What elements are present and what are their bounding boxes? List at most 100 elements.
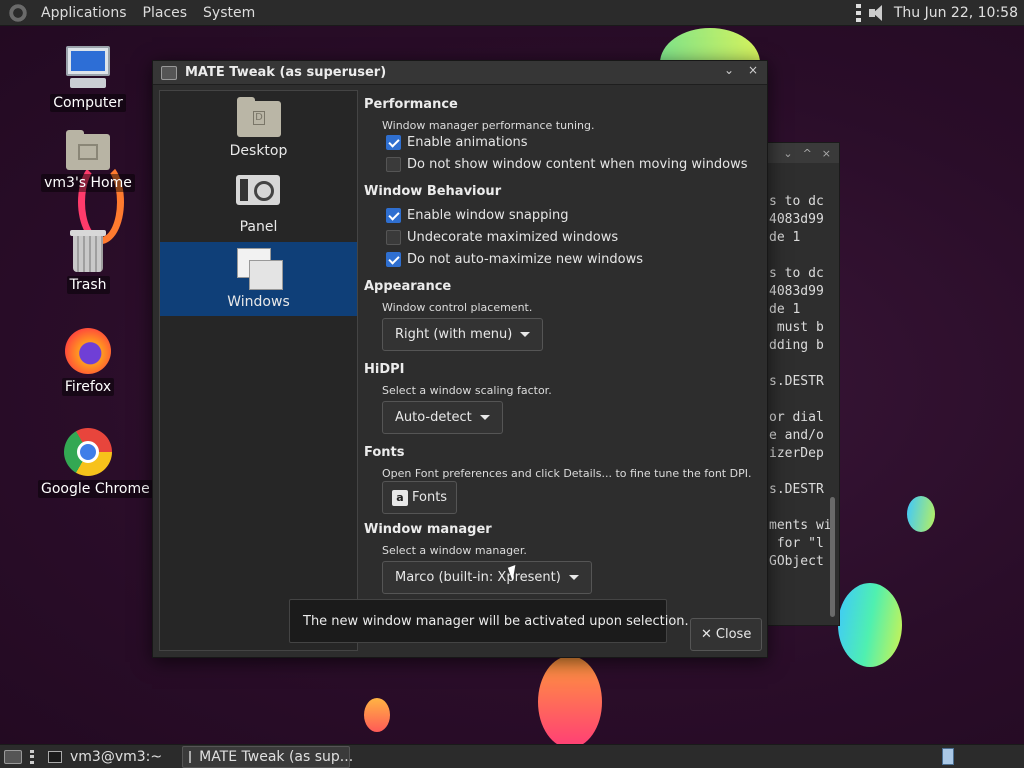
- terminal-line: s to dc: [769, 194, 824, 209]
- section-title-window-manager: Window manager: [364, 522, 492, 537]
- mate-tweak-window: MATE Tweak (as superuser) ⌄ × D Desktop …: [152, 60, 768, 658]
- tooltip: The new window manager will be activated…: [289, 599, 689, 643]
- taskbar-item-mate-tweak[interactable]: MATE Tweak (as sup...: [182, 745, 353, 768]
- section-desc: Open Font preferences and click Details.…: [382, 467, 752, 480]
- maximize-icon[interactable]: ^: [803, 147, 812, 160]
- desktop-icon-computer[interactable]: Computer: [38, 46, 138, 112]
- scaling-factor-select[interactable]: Auto-detect: [382, 401, 503, 434]
- sidebar-item-label: Desktop: [229, 143, 288, 159]
- terminal-line: s to dc: [769, 266, 824, 281]
- section-title-fonts: Fonts: [364, 445, 405, 460]
- show-desktop-icon[interactable]: [4, 749, 22, 764]
- window-control-placement-select[interactable]: Right (with menu): [382, 318, 544, 351]
- panel-icon: [236, 175, 280, 205]
- chevron-down-icon: [520, 332, 531, 337]
- sidebar-item-desktop[interactable]: D Desktop: [160, 91, 357, 165]
- menu-system[interactable]: System: [195, 5, 263, 21]
- checkbox-box[interactable]: [386, 135, 401, 150]
- terminal-line: must b: [769, 320, 824, 335]
- terminal-window[interactable]: ⌄ ^ × s to dc 4083d99 de 1 s to dc 4083d99 d…: [758, 142, 840, 626]
- checkbox-hide-window-content[interactable]: Do not show window content when moving w…: [386, 157, 748, 172]
- window-manager-select[interactable]: Marco (built-in: Xpresent): [382, 561, 592, 594]
- home-folder-icon: [66, 130, 110, 170]
- checkbox-box[interactable]: [386, 252, 401, 267]
- desktop-folder-icon: D: [237, 97, 281, 137]
- terminal-output[interactable]: s to dc 4083d99 de 1 s to dc 4083d99 de 1 mu…: [769, 193, 835, 623]
- menu-applications[interactable]: Applications: [33, 5, 135, 21]
- fonts-button[interactable]: a Fonts: [382, 481, 458, 514]
- checkbox-label: Do not auto-maximize new windows: [407, 252, 643, 267]
- close-icon: ✕: [701, 627, 712, 642]
- desktop-icon-trash[interactable]: Trash: [38, 230, 138, 294]
- close-button[interactable]: ✕ Close: [690, 618, 763, 651]
- section-title-performance: Performance: [364, 97, 458, 112]
- sidebar-item-panel[interactable]: Panel: [160, 167, 357, 241]
- wallpaper-blob: [838, 583, 902, 667]
- terminal-line: for "l: [769, 536, 824, 551]
- checkbox-box[interactable]: [386, 208, 401, 223]
- checkbox-label: Undecorate maximized windows: [407, 230, 619, 245]
- settings-pane: Performance Window manager performance t…: [364, 90, 763, 651]
- sidebar: D Desktop Panel Windows: [159, 90, 358, 651]
- desktop-icon-label: Trash: [66, 276, 110, 294]
- checkbox-no-auto-maximize[interactable]: Do not auto-maximize new windows: [386, 252, 643, 267]
- section-desc: Window control placement.: [382, 301, 533, 314]
- desktop-icon-firefox[interactable]: Firefox: [38, 328, 138, 396]
- terminal-line: or dial: [769, 410, 824, 425]
- top-panel: Applications Places System Thu Jun 22, 1…: [0, 0, 1024, 26]
- workspace-switcher[interactable]: [942, 748, 954, 765]
- chevron-down-icon: [479, 415, 490, 420]
- taskbar-item-terminal[interactable]: vm3@vm3:~: [34, 746, 168, 768]
- desktop-icon-label: vm3's Home: [41, 174, 135, 192]
- close-icon[interactable]: ×: [822, 147, 831, 160]
- desktop-icon-chrome[interactable]: Google Chrome: [38, 428, 153, 498]
- dots-icon[interactable]: [855, 4, 862, 22]
- windows-icon: [237, 248, 283, 290]
- minimize-icon[interactable]: ⌄: [783, 147, 792, 160]
- terminal-scrollbar[interactable]: [830, 497, 835, 617]
- desktop-icon-label: Computer: [50, 94, 126, 112]
- computer-icon: [64, 46, 112, 90]
- speaker-icon[interactable]: [868, 4, 886, 22]
- terminal-line: e and/o: [769, 428, 824, 443]
- section-title-behaviour: Window Behaviour: [364, 184, 502, 199]
- app-icon: [189, 750, 192, 763]
- mate-menu-icon[interactable]: [7, 1, 29, 24]
- chevron-down-icon: [568, 575, 579, 580]
- checkbox-box[interactable]: [386, 230, 401, 245]
- terminal-titlebar[interactable]: ⌄ ^ ×: [759, 143, 839, 163]
- section-title-appearance: Appearance: [364, 279, 452, 294]
- terminal-line: de 1: [769, 302, 801, 317]
- close-icon[interactable]: ×: [747, 63, 759, 77]
- terminal-line: izerDep: [769, 446, 824, 461]
- sidebar-item-windows[interactable]: Windows: [160, 242, 357, 316]
- terminal-line: dding b: [769, 338, 824, 353]
- checkbox-enable-animations[interactable]: Enable animations: [386, 135, 528, 150]
- fonts-icon: a: [392, 489, 408, 506]
- menu-places[interactable]: Places: [135, 5, 196, 21]
- clock[interactable]: Thu Jun 22, 10:58: [894, 5, 1018, 21]
- sidebar-item-label: Windows: [227, 294, 290, 310]
- select-value: Right (with menu): [395, 327, 513, 342]
- tooltip-text: The new window manager will be activated…: [303, 613, 689, 629]
- window-titlebar[interactable]: MATE Tweak (as superuser) ⌄ ×: [153, 61, 767, 85]
- terminal-line: de 1: [769, 230, 801, 245]
- minimize-icon[interactable]: ⌄: [723, 63, 735, 77]
- select-value: Auto-detect: [395, 410, 472, 425]
- checkbox-label: Enable animations: [407, 135, 528, 150]
- desktop-icon-home[interactable]: vm3's Home: [38, 130, 138, 192]
- window-controls: ⌄ ×: [723, 63, 759, 77]
- checkbox-window-snapping[interactable]: Enable window snapping: [386, 208, 568, 223]
- checkbox-box[interactable]: [386, 157, 401, 172]
- checkbox-label: Enable window snapping: [407, 208, 569, 223]
- app-icon: [161, 65, 177, 80]
- bottom-panel: vm3@vm3:~ MATE Tweak (as sup...: [0, 744, 1024, 768]
- sidebar-item-label: Panel: [239, 219, 278, 235]
- checkbox-undecorate-maximized[interactable]: Undecorate maximized windows: [386, 230, 618, 245]
- terminal-line: s.DESTR: [769, 374, 824, 389]
- wallpaper-blob: [907, 496, 935, 532]
